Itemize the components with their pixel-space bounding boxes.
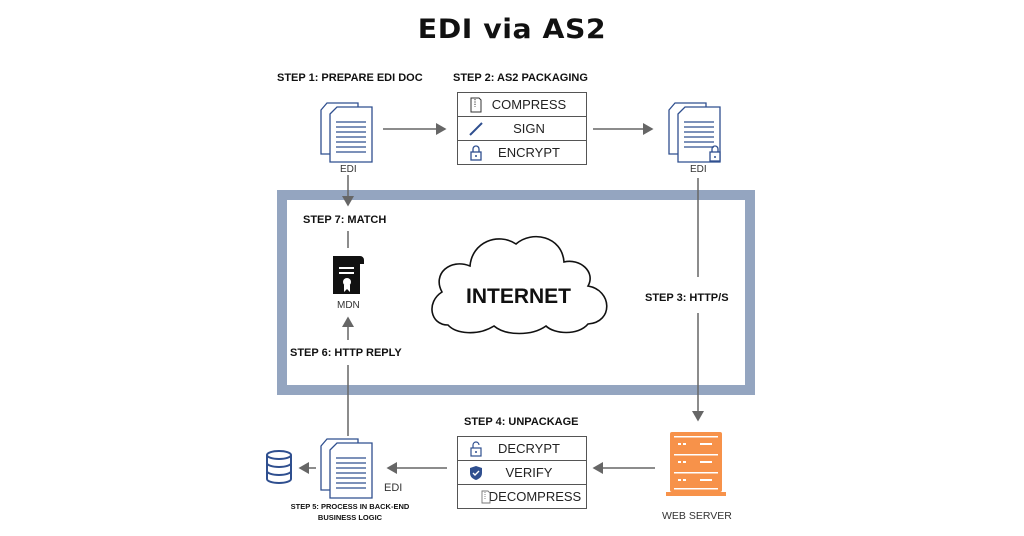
unpackaging-box: DECRYPT VERIFY DECOMPRESS — [457, 436, 587, 509]
unlock-icon — [470, 441, 482, 457]
mdn-caption: MDN — [337, 300, 360, 311]
step-7-label: STEP 7: MATCH — [303, 214, 387, 226]
step-6-label: STEP 6: HTTP REPLY — [290, 347, 402, 359]
shield-check-icon — [470, 466, 482, 480]
unpackaging-row-decompress: DECOMPRESS — [458, 485, 586, 508]
edi-received-document-icon — [320, 438, 373, 499]
web-server-caption: WEB SERVER — [662, 510, 732, 522]
database-icon — [266, 450, 292, 484]
web-server-icon — [666, 432, 726, 496]
zip-file-icon — [470, 97, 482, 113]
edi-source-caption: EDI — [340, 164, 357, 175]
step-2-label: STEP 2: AS2 PACKAGING — [453, 72, 588, 84]
edi-received-caption: EDI — [384, 482, 403, 494]
edi-document-icon — [320, 102, 373, 163]
packaging-row-compress: COMPRESS — [458, 93, 586, 117]
step-5-label: STEP 5: PROCESS IN BACK-END BUSINESS LOG… — [270, 501, 430, 523]
lock-icon — [470, 145, 482, 161]
mdn-certificate-icon — [333, 256, 364, 294]
packaging-row-sign: SIGN — [458, 117, 586, 141]
step-3-label: STEP 3: HTTP/S — [645, 290, 729, 306]
edi-encrypted-caption: EDI — [690, 164, 707, 175]
packaging-box: COMPRESS SIGN ENCRYPT — [457, 92, 587, 165]
internet-label: INTERNET — [466, 285, 571, 308]
step-5-line-1: STEP 5: PROCESS IN BACK-END — [290, 502, 410, 511]
step-1-label: STEP 1: PREPARE EDI DOC — [277, 72, 423, 84]
step-4-label: STEP 4: UNPACKAGE — [464, 416, 579, 428]
unpackaging-row-verify: VERIFY — [458, 461, 586, 485]
pen-icon — [469, 122, 483, 136]
zip-file-icon — [481, 490, 491, 504]
unpackaging-row-decrypt: DECRYPT — [458, 437, 586, 461]
step-5-line-2: BUSINESS LOGIC — [317, 513, 383, 522]
packaging-row-encrypt: ENCRYPT — [458, 141, 586, 164]
edi-encrypted-document-icon — [668, 102, 721, 163]
